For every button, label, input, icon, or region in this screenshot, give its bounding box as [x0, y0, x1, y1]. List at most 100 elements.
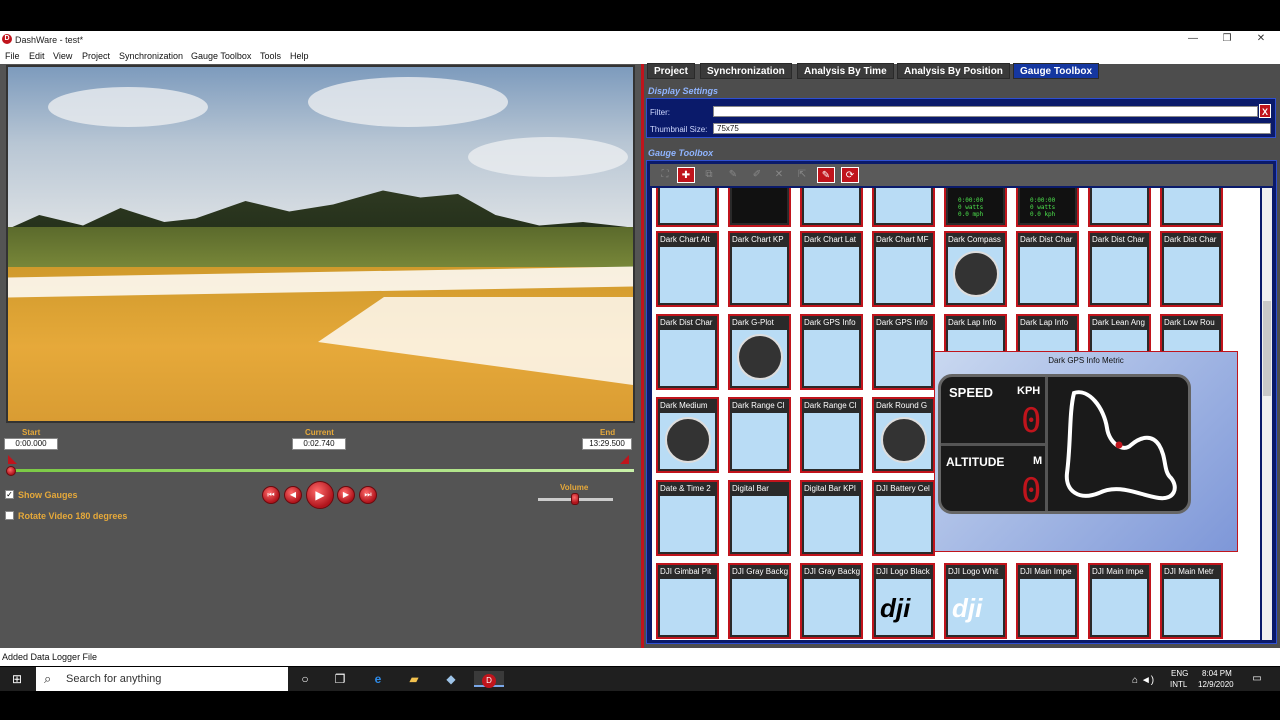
menu-file[interactable]: File: [5, 51, 20, 61]
gauge-tile[interactable]: Dark G-Plot: [728, 314, 791, 390]
gauge-tile[interactable]: [728, 188, 791, 227]
start-marker-icon[interactable]: [8, 455, 17, 464]
start-button[interactable]: ⊞: [8, 671, 26, 687]
task-view-icon[interactable]: ❐: [331, 671, 349, 687]
gauge-thumbnail: [876, 413, 931, 469]
gauge-tile[interactable]: DJI Battery Cel: [872, 480, 935, 556]
clock-date[interactable]: 12/9/2020: [1198, 680, 1234, 689]
gauge-tile[interactable]: Digital Bar: [728, 480, 791, 556]
menu-gauge-toolbox[interactable]: Gauge Toolbox: [191, 51, 251, 61]
language-bottom[interactable]: INTL: [1170, 680, 1187, 689]
gauge-tile[interactable]: [656, 188, 719, 227]
gauge-tile[interactable]: [1160, 188, 1223, 227]
timeline-scrubber[interactable]: [8, 469, 634, 472]
gauge-tile[interactable]: [872, 188, 935, 227]
language-top[interactable]: ENG: [1171, 669, 1188, 678]
maximize-button[interactable]: ❐: [1220, 33, 1234, 44]
export-icon[interactable]: ⇱: [793, 167, 811, 183]
pane-divider[interactable]: [641, 64, 644, 651]
gauge-tile[interactable]: Dark Chart Alt: [656, 231, 719, 307]
rename-icon[interactable]: ✐: [748, 167, 766, 183]
tab-synchronization[interactable]: Synchronization: [700, 63, 792, 79]
refresh-icon[interactable]: ⟳: [841, 167, 859, 183]
skip-to-end-button[interactable]: ⏭: [359, 486, 377, 504]
gauge-tile[interactable]: Dark Dist Char: [1016, 231, 1079, 307]
gauge-tile[interactable]: Dark Medium: [656, 397, 719, 473]
step-forward-button[interactable]: ▶: [337, 486, 355, 504]
edge-icon[interactable]: e: [369, 671, 387, 687]
gauge-tile[interactable]: [1088, 188, 1151, 227]
menu-tools[interactable]: Tools: [260, 51, 281, 61]
taskbar-search[interactable]: ⌕ Search for anything: [36, 667, 288, 691]
menu-view[interactable]: View: [53, 51, 72, 61]
end-marker-icon[interactable]: [620, 455, 629, 464]
minimize-button[interactable]: —: [1186, 33, 1200, 44]
dashware-taskbar-icon[interactable]: D: [474, 671, 504, 688]
thumbnail-size-select[interactable]: 75x75: [713, 123, 1271, 134]
gauge-tile[interactable]: Dark Chart KP: [728, 231, 791, 307]
close-button[interactable]: ✕: [1254, 33, 1268, 44]
playhead-handle[interactable]: [6, 466, 16, 476]
gauge-tile[interactable]: Dark Round G: [872, 397, 935, 473]
gauge-divider: [1045, 377, 1048, 511]
gauge-tile[interactable]: Dark GPS Info: [800, 314, 863, 390]
gauge-tile[interactable]: Dark Compass: [944, 231, 1007, 307]
gauge-tile[interactable]: Date & Time 2: [656, 480, 719, 556]
gauge-tile[interactable]: DJI Gray Backg: [728, 563, 791, 639]
filter-icon[interactable]: ⛶: [656, 167, 674, 183]
menu-project[interactable]: Project: [82, 51, 110, 61]
gauge-tile[interactable]: Dark Dist Char: [1088, 231, 1151, 307]
copy-icon[interactable]: ⧉: [700, 167, 718, 183]
filter-input[interactable]: [713, 106, 1258, 117]
cortana-icon[interactable]: ○: [296, 671, 314, 687]
end-time-field[interactable]: 13:29.500: [582, 438, 632, 450]
gauge-tile[interactable]: DJI Logo Whit dji: [944, 563, 1007, 639]
status-text: Added Data Logger File: [2, 652, 98, 662]
start-time-field[interactable]: 0:00.000: [4, 438, 58, 450]
gauge-tile[interactable]: Dark Range Cl: [728, 397, 791, 473]
gauge-tile[interactable]: Dark Range Cl: [800, 397, 863, 473]
show-gauges-checkbox[interactable]: ✓: [5, 490, 14, 499]
add-gauge-icon[interactable]: ✚: [677, 167, 695, 183]
gauge-tile[interactable]: Dark Dist Char: [656, 314, 719, 390]
gauge-tile[interactable]: DJI Gimbal Pit: [656, 563, 719, 639]
menu-help[interactable]: Help: [290, 51, 309, 61]
gauge-tile[interactable]: 0:00:00 0 watts 0.0 kph: [1016, 188, 1079, 227]
play-button[interactable]: ▶: [306, 481, 334, 509]
video-preview[interactable]: [6, 65, 635, 423]
gauge-tile[interactable]: Digital Bar KPI: [800, 480, 863, 556]
clear-filter-button[interactable]: X: [1259, 104, 1271, 118]
file-explorer-icon[interactable]: ▰: [405, 671, 423, 687]
tab-analysis-by-time[interactable]: Analysis By Time: [797, 63, 894, 79]
gauge-tile[interactable]: Dark Chart Lat: [800, 231, 863, 307]
step-back-button[interactable]: ◀: [284, 486, 302, 504]
notification-area-icons[interactable]: ⌂ ◄): [1132, 675, 1154, 686]
scrollbar-thumb[interactable]: [1263, 301, 1271, 396]
menu-synchronization[interactable]: Synchronization: [119, 51, 183, 61]
gauge-tile[interactable]: 0:00:00 0 watts 0.0 mph: [944, 188, 1007, 227]
edit-gauge-icon[interactable]: ✎: [817, 167, 835, 183]
tab-gauge-toolbox[interactable]: Gauge Toolbox: [1013, 63, 1100, 79]
skip-to-start-button[interactable]: ⏮: [262, 486, 280, 504]
gauge-tile[interactable]: DJI Main Impe: [1016, 563, 1079, 639]
gauge-tile[interactable]: DJI Main Impe: [1088, 563, 1151, 639]
gauge-tile[interactable]: Dark Dist Char: [1160, 231, 1223, 307]
gauge-tile[interactable]: [800, 188, 863, 227]
app-icon[interactable]: ◆: [442, 671, 460, 687]
menu-edit[interactable]: Edit: [29, 51, 45, 61]
volume-handle[interactable]: [571, 493, 579, 505]
gauge-grid-scrollbar[interactable]: [1262, 188, 1272, 640]
gauge-tile[interactable]: Dark Chart MF: [872, 231, 935, 307]
clock-time[interactable]: 8:04 PM: [1202, 669, 1232, 678]
rotate-video-checkbox[interactable]: [5, 511, 14, 520]
notifications-icon[interactable]: ▭: [1248, 671, 1266, 687]
gauge-tile[interactable]: DJI Main Metr: [1160, 563, 1223, 639]
tab-project[interactable]: Project: [647, 63, 695, 79]
delete-icon[interactable]: ✕: [770, 167, 788, 183]
tab-analysis-by-position[interactable]: Analysis By Position: [897, 63, 1010, 79]
current-time-field[interactable]: 0:02.740: [292, 438, 346, 450]
gauge-tile[interactable]: DJI Gray Backg: [800, 563, 863, 639]
gauge-tile[interactable]: Dark GPS Info: [872, 314, 935, 390]
tools-icon[interactable]: ✎: [724, 167, 742, 183]
gauge-tile[interactable]: DJI Logo Black dji: [872, 563, 935, 639]
